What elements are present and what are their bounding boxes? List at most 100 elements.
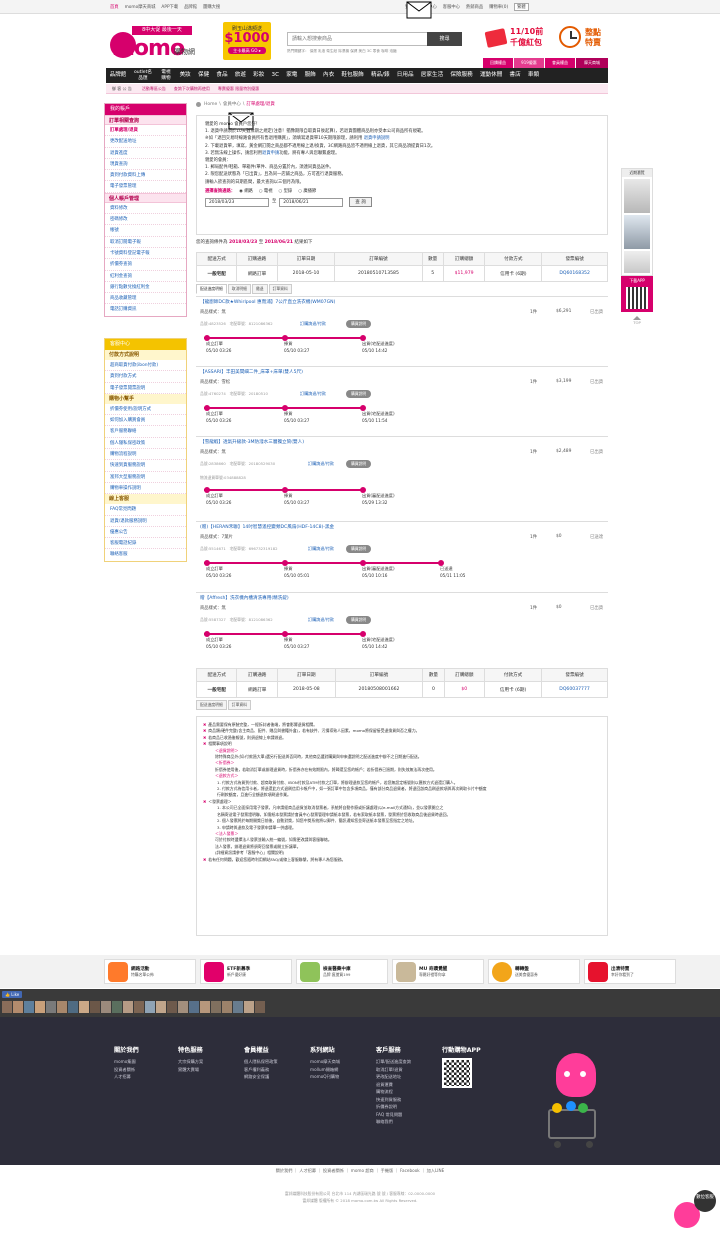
footer-link[interactable]: FAQ 常見問題 [376,1111,411,1119]
sidebar-item[interactable]: 貨到付款資料上傳 [105,170,186,182]
fan-avatar[interactable] [46,1001,56,1013]
fan-avatar[interactable] [101,1001,111,1013]
fan-avatar[interactable] [222,1001,232,1013]
fan-avatar[interactable] [57,1001,67,1013]
footer-link[interactable]: 購物流程 [376,1088,411,1096]
fan-avatar[interactable] [178,1001,188,1013]
footer-link[interactable]: 人才招募 [114,1073,139,1081]
hot-link[interactable]: 熱銷商品 [466,4,483,10]
cart-link[interactable]: 購物車(0) [489,4,508,10]
sidebar-item[interactable]: 富邦大型服務說明 [105,472,186,483]
mall-link[interactable]: momo摩天商城 [125,4,156,10]
footer-link[interactable]: momo集團 [114,1058,139,1066]
fan-avatar[interactable] [35,1001,45,1013]
nav-item[interactable]: 鞋包服飾 [338,68,368,83]
tab-return[interactable]: 繳退 [251,284,268,294]
item-purchase-note-button[interactable]: 購買說明 [346,460,372,468]
footer-link[interactable]: 聯絡我們 [376,1118,411,1126]
nav-item[interactable]: 日用品 [393,68,417,83]
item-purchase-note-button[interactable]: 購買說明 [346,320,372,328]
sidebar-item[interactable]: 購物車操作說明 [105,483,186,495]
sidebar-item[interactable]: 快速到貨服務說明 [105,460,186,472]
item-refund-link[interactable]: 訂購詢退/付款 [308,617,334,623]
footer-link[interactable]: 折價券說明 [376,1103,411,1111]
tab-shipping[interactable]: 配送進度明細 [196,284,227,294]
footer-bottom-link[interactable]: 人才招募 [299,1168,316,1173]
hot-keywords[interactable]: 熱門關鍵字： 保濕 乳液 衛生紙 除濕機 保健 美白 3C 零食 咖啡 泡麵 [287,49,467,54]
fan-avatar[interactable] [145,1001,155,1013]
fan-avatar[interactable] [200,1001,210,1013]
breadcrumb-member[interactable]: 會員中心 [223,101,241,107]
search-button[interactable]: 搜尋 [427,32,462,46]
invoice-link[interactable]: DQ60168352 [559,271,590,276]
nav-item[interactable]: 品牌館 [106,68,130,83]
fan-avatar[interactable] [189,1001,199,1013]
app-link[interactable]: APP下載 [161,4,178,10]
sidebar-item[interactable]: 如何加入購買會員 [105,415,186,427]
return-apply-link[interactable]: 退貨申請 [262,151,279,156]
home-link[interactable]: 首頁 [110,4,119,10]
nav-tag-0[interactable]: 回饋權益 [483,58,513,68]
sidebar-item[interactable]: 折價券查詢 [105,259,186,271]
footer-banner[interactable]: 轉轉盤 送美食優惠券 [488,959,580,984]
deal-link[interactable]: 團購大搜 [203,4,220,10]
sidebar-item[interactable]: 更改配送地址 [105,136,186,148]
fan-avatar[interactable] [13,1001,23,1013]
fan-avatar[interactable] [233,1001,243,1013]
fan-avatar[interactable] [2,1001,12,1013]
tab-cancel[interactable]: 取消明細 [227,284,251,294]
tab-shipping[interactable]: 配送進度明細 [196,700,227,710]
footer-banner[interactable]: MU 奇蹟覺醒 專屬好禮等你拿 [392,959,484,984]
nav-item[interactable]: 內衣 [319,68,337,83]
footer-link[interactable]: 實體大賣場 [178,1066,203,1074]
sidebar-item[interactable]: 超商取貨付款(ibon付款) [105,360,186,372]
promo-banner-red-packet[interactable]: 11/10前 千億紅包 [484,24,548,54]
promo-banner-hourly[interactable]: 整點 特賣 [557,24,609,54]
brand-link[interactable]: 品牌館 [184,4,197,10]
sidebar-item[interactable]: 電子發票管理 [105,181,186,193]
footer-bottom-link[interactable]: 加入LINE [427,1168,445,1173]
nav-item[interactable]: 運動休閒 [476,68,506,83]
recent-product-thumb[interactable] [624,215,650,249]
sidebar-item[interactable]: 取消訂閱電子報 [105,237,186,248]
footer-link[interactable]: 大宗採購方案 [178,1058,203,1066]
item-name[interactable]: 贈【Affresh】洗衣機內槽清洗專用(精洗錠) [200,595,289,601]
back-to-top-button[interactable]: TOP [629,316,645,330]
footer-link[interactable]: 取消訂單/退貨 [376,1066,411,1074]
item-refund-link[interactable]: 訂購詢退/付款 [308,546,334,552]
sidebar-item[interactable]: 電話訂購資訊 [105,304,186,315]
sidebar-item[interactable]: 優惠公告 [105,527,186,539]
sidebar-item[interactable]: 折價券使用/說明方式 [105,404,186,416]
fan-avatar[interactable] [123,1001,133,1013]
digital-service-button[interactable]: 數位客服 [672,1188,716,1232]
nav-item[interactable]: 電視購物 [156,70,176,82]
footer-bottom-link[interactable]: 投資者關係 [323,1168,344,1173]
nav-item[interactable]: 服飾 [301,68,319,83]
fan-avatar[interactable] [90,1001,100,1013]
item-purchase-note-button[interactable]: 購買說明 [346,616,372,624]
fan-avatar[interactable] [167,1001,177,1013]
fan-avatar[interactable] [68,1001,78,1013]
nav-tag-1[interactable]: 919優惠 [514,58,544,68]
nav-item[interactable]: 彩妝 [250,68,268,83]
fan-avatar[interactable] [156,1001,166,1013]
nav-item[interactable]: 旅遊 [231,68,249,83]
footer-link[interactable]: 快速到貨服務 [376,1096,411,1104]
sidebar-item[interactable]: FAQ常見問題 [105,504,186,516]
breadcrumb-home[interactable]: Home [204,102,217,107]
radio-tv[interactable]: ○ 電視 [259,188,273,195]
tab-order-info[interactable]: 訂單資料 [227,700,251,710]
sidebar-item-order-process[interactable]: 訂單處理/退貨 [105,125,186,137]
recent-product-thumb[interactable] [624,251,650,273]
fan-avatar[interactable] [134,1001,144,1013]
footer-bottom-link[interactable]: Facebook [400,1168,420,1173]
query-button[interactable]: 查 詢 [349,197,372,208]
momo-logo[interactable]: 8中大促 最後一天 momo 購物網 [110,22,205,62]
sidebar-item[interactable]: 貨到付款方式 [105,371,186,383]
return-info-link[interactable]: 退貨申請說明 [364,136,390,141]
promo-banner-center[interactable]: 刷玉山滿額送 $1000 主卡最高 GO ▸ [223,22,271,60]
fan-avatar[interactable] [24,1001,34,1013]
item-name[interactable]: 【ASSARI】丰田美間細二件_床罩+床單(雙人5尺) [200,369,303,375]
footer-banner[interactable]: 檢查醫藥中庫 品牌 瘋搶買199 [296,959,388,984]
footer-banner[interactable]: 網路活動 特購名單公佈 [104,959,196,984]
